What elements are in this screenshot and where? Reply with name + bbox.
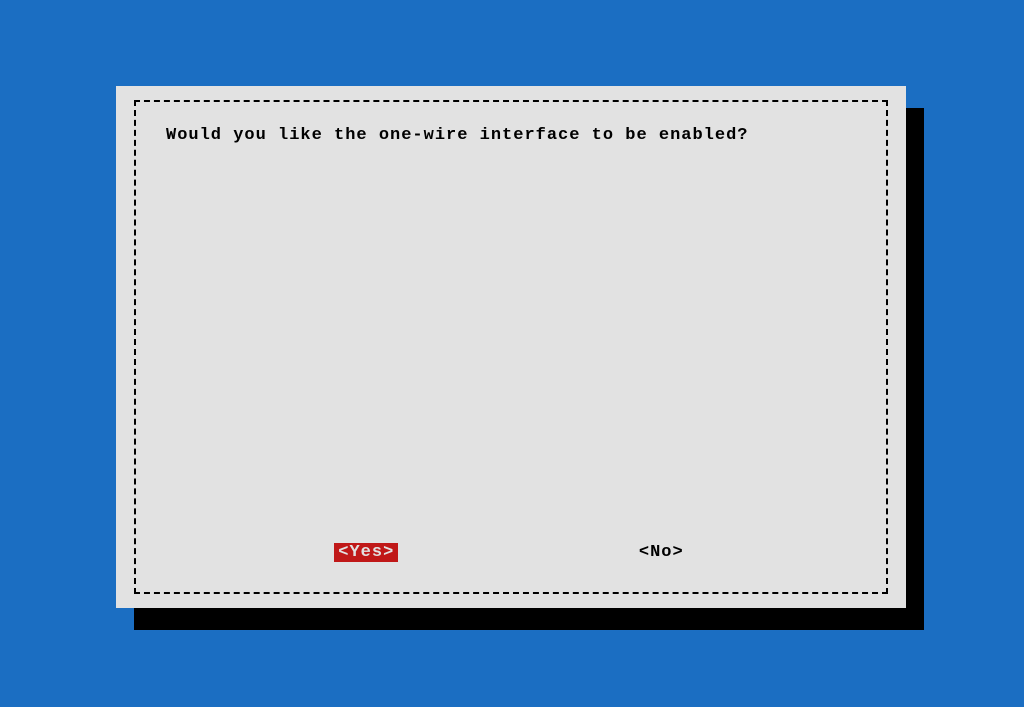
dialog-message: Would you like the one-wire interface to… (166, 126, 856, 145)
no-button[interactable]: <No> (635, 543, 688, 562)
button-row: <Yes> <No> (136, 543, 886, 562)
dialog-box: Would you like the one-wire interface to… (116, 86, 906, 608)
dialog-border: Would you like the one-wire interface to… (134, 100, 888, 594)
yes-button[interactable]: <Yes> (334, 543, 398, 562)
